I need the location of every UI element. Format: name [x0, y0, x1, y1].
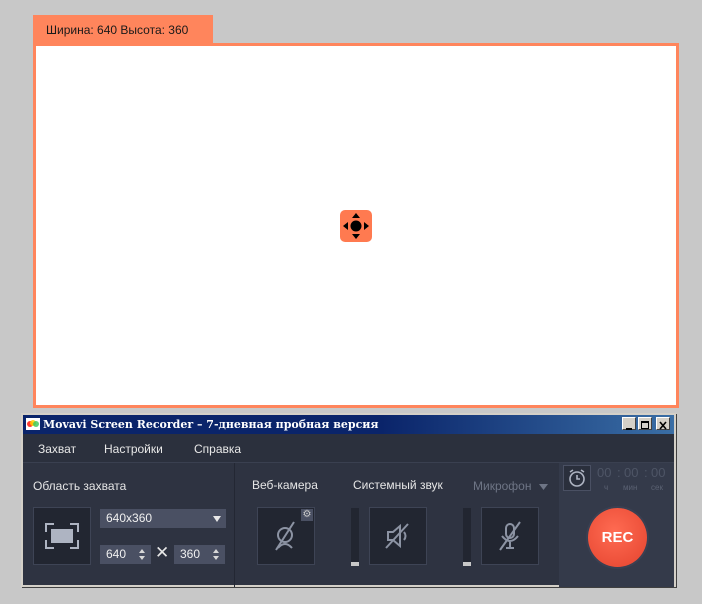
maximize-icon [641, 421, 649, 429]
menu-help[interactable]: Справка [194, 434, 241, 464]
spin-down-icon[interactable] [213, 556, 219, 560]
times-icon: ✕ [155, 543, 170, 562]
record-button[interactable]: REC [588, 508, 647, 567]
capture-area-icon [45, 523, 79, 549]
system-audio-toggle-button[interactable] [369, 507, 427, 565]
window-title: Movavi Screen Recorder – 7-дневная пробн… [43, 418, 379, 431]
timer-separator: : [644, 465, 648, 480]
height-spinbox[interactable]: 360 [174, 545, 225, 564]
menu-settings[interactable]: Настройки [104, 434, 163, 464]
alarm-clock-icon [569, 469, 585, 487]
timer-seconds: 00 [651, 465, 666, 480]
chevron-down-icon [538, 484, 548, 490]
timer-unit-hours: ч [604, 483, 609, 492]
title-bar[interactable]: Movavi Screen Recorder – 7-дневная пробн… [23, 415, 674, 434]
width-value: 640 [106, 547, 127, 561]
capture-preset-dropdown[interactable]: 640x360 [100, 509, 226, 528]
system-audio-level [351, 508, 359, 566]
spin-up-icon[interactable] [139, 549, 145, 553]
minimize-button[interactable] [622, 417, 636, 430]
minimize-icon [626, 428, 632, 430]
chevron-down-icon [213, 516, 221, 522]
level-fill [351, 562, 359, 566]
maximize-button[interactable] [638, 417, 652, 430]
capture-preset-value: 640x360 [106, 511, 153, 525]
microphone-label-text: Микрофон [473, 479, 532, 493]
capture-size-label: Ширина: 640 Высота: 360 [33, 15, 213, 44]
speaker-muted-icon [385, 523, 409, 549]
timer-separator: : [617, 465, 621, 480]
section-divider [234, 463, 235, 587]
timer-minutes: 00 [624, 465, 639, 480]
app-logo-icon [26, 418, 40, 430]
width-spinbox[interactable]: 640 [100, 545, 151, 564]
menu-bar: Захват Настройки Справка [23, 434, 674, 463]
webcam-label: Веб-камера [252, 478, 318, 492]
recorder-window: Movavi Screen Recorder – 7-дневная пробн… [21, 413, 676, 587]
level-fill [463, 562, 471, 566]
gear-icon[interactable]: ⚙ [301, 509, 313, 521]
microphone-toggle-button[interactable] [481, 507, 539, 565]
spin-up-icon[interactable] [213, 549, 219, 553]
close-icon [659, 421, 667, 430]
timer-unit-minutes: мин [623, 483, 638, 492]
spin-down-icon[interactable] [139, 556, 145, 560]
capture-area-label: Область захвата [33, 479, 127, 493]
height-value: 360 [180, 547, 201, 561]
timer-hours: 00 [597, 465, 612, 480]
timer-unit-seconds: сек [651, 483, 663, 492]
webcam-toggle-button[interactable]: ⚙ [257, 507, 315, 565]
capture-area-button[interactable] [33, 507, 91, 565]
microphone-label[interactable]: Микрофон [473, 479, 548, 493]
alarm-clock-button[interactable] [563, 465, 591, 491]
close-button[interactable] [656, 417, 670, 430]
microphone-muted-icon [499, 521, 521, 551]
system-audio-label: Системный звук [353, 478, 443, 492]
menu-capture[interactable]: Захват [38, 434, 76, 464]
move-arrows-icon[interactable] [340, 210, 372, 242]
microphone-level [463, 508, 471, 566]
